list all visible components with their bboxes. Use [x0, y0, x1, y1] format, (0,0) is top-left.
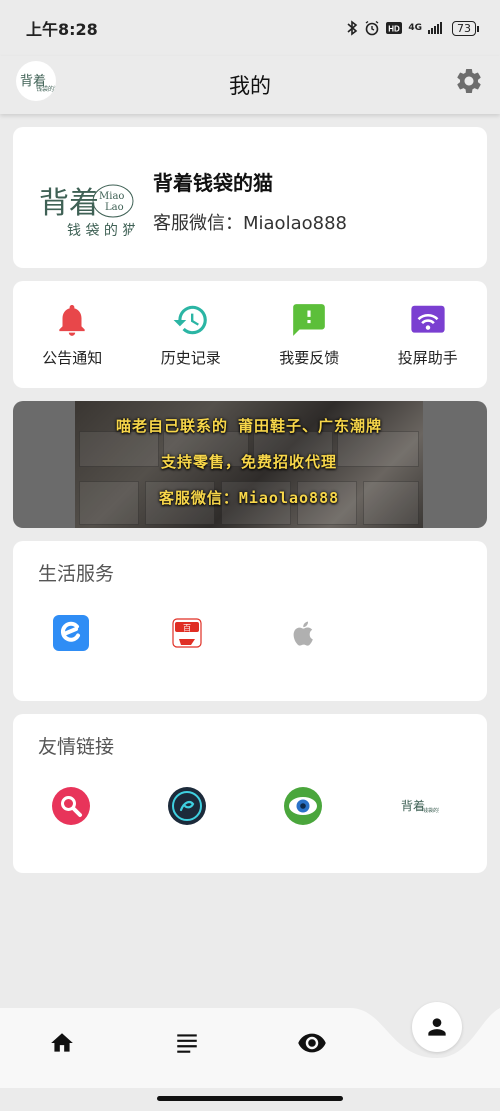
- profile-wechat: 客服微信：Miaolao888: [153, 213, 347, 234]
- status-icons: HD 4G 73: [346, 20, 479, 36]
- nav-list[interactable]: [170, 1026, 204, 1060]
- alarm-icon: [365, 20, 379, 36]
- svg-text:钱 袋 的 猫: 钱 袋 的 猫: [67, 223, 136, 239]
- svg-text:背着: 背着: [401, 798, 425, 813]
- app-bar: 背着钱袋的猫 我的: [0, 56, 500, 114]
- miaolao-logo-icon[interactable]: 背着钱袋的猫: [16, 61, 56, 101]
- status-bar: 上午8:28 HD 4G 73: [0, 0, 500, 56]
- battery-indicator: 73: [452, 20, 479, 36]
- quick-actions-card: 公告通知 历史记录 我要反馈 投屏助手: [13, 281, 487, 388]
- status-time: 上午8:28: [26, 20, 98, 39]
- svg-text:背着: 背着: [39, 186, 99, 221]
- banner-text-line-2: 支持零售，免费招收代理: [160, 453, 337, 471]
- quick-action-cast[interactable]: 投屏助手: [369, 281, 488, 388]
- eye-app-icon[interactable]: [283, 786, 323, 826]
- quick-action-history[interactable]: 历史记录: [132, 281, 251, 388]
- life-services-card: 生活服务 百: [13, 541, 487, 701]
- profile-name: 背着钱袋的猫: [153, 171, 273, 195]
- nav-discover[interactable]: [295, 1026, 329, 1060]
- list-icon: [177, 1034, 197, 1053]
- network-type: 4G: [408, 23, 422, 33]
- apple-icon[interactable]: [283, 613, 323, 653]
- promo-banner[interactable]: 喵老自己联系的 莆田鞋子、广东潮牌 支持零售，免费招收代理 客服微信：Miaol…: [13, 401, 487, 528]
- quick-action-label: 公告通知: [42, 349, 103, 367]
- miaolao-logo-icon[interactable]: 背着钱袋的猫: [399, 786, 439, 826]
- page-title: 我的: [229, 74, 271, 98]
- svg-text:HD: HD: [389, 25, 401, 34]
- svg-text:钱袋的猫: 钱袋的猫: [36, 85, 56, 93]
- feedback-icon: [293, 304, 326, 336]
- quick-action-feedback[interactable]: 我要反馈: [250, 281, 369, 388]
- banner-text-line-1: 喵老自己联系的 莆田鞋子、广东潮牌: [115, 417, 383, 435]
- quick-action-label: 历史记录: [160, 349, 221, 367]
- profile-avatar: 背着 Miao Lao 钱 袋 的 猫: [37, 149, 141, 253]
- gear-icon[interactable]: [454, 66, 484, 96]
- bluetooth-icon: [347, 20, 358, 36]
- cast-icon: [411, 305, 445, 333]
- person-icon: [428, 1018, 446, 1036]
- signal-icon: [428, 22, 442, 34]
- section-title: 生活服务: [38, 563, 115, 585]
- svg-text:钱袋的猫: 钱袋的猫: [423, 807, 439, 814]
- section-title: 友情链接: [38, 736, 115, 758]
- home-indicator[interactable]: [157, 1096, 343, 1101]
- eye-icon: [298, 1033, 326, 1053]
- miaolao-logo-icon: 背着 Miao Lao 钱 袋 的 猫: [39, 184, 136, 239]
- bell-icon: [59, 304, 85, 336]
- banner-text-line-3: 客服微信：Miaolao888: [158, 489, 340, 507]
- quick-action-label: 投屏助手: [397, 349, 458, 367]
- svg-text:Miao: Miao: [99, 191, 124, 202]
- friend-links-card: 友情链接 背着钱袋的猫: [13, 714, 487, 873]
- eleme-icon[interactable]: [51, 613, 91, 653]
- hd-icon: HD: [386, 22, 403, 34]
- pinduoduo-icon[interactable]: 百: [167, 613, 207, 653]
- profile-card[interactable]: 背着 Miao Lao 钱 袋 的 猫 背着钱袋的猫 客服微信：Miaolao8…: [13, 127, 487, 268]
- history-icon: [173, 305, 207, 335]
- svg-text:百: 百: [183, 624, 191, 633]
- search-app-icon[interactable]: [51, 786, 91, 826]
- svg-text:Lao: Lao: [105, 202, 124, 213]
- nav-home[interactable]: [45, 1026, 79, 1060]
- quick-action-label: 我要反馈: [279, 349, 340, 367]
- music-app-icon[interactable]: [167, 786, 207, 826]
- nav-profile[interactable]: [412, 1002, 462, 1052]
- quick-action-announcements[interactable]: 公告通知: [13, 281, 132, 388]
- home-icon: [51, 1033, 73, 1052]
